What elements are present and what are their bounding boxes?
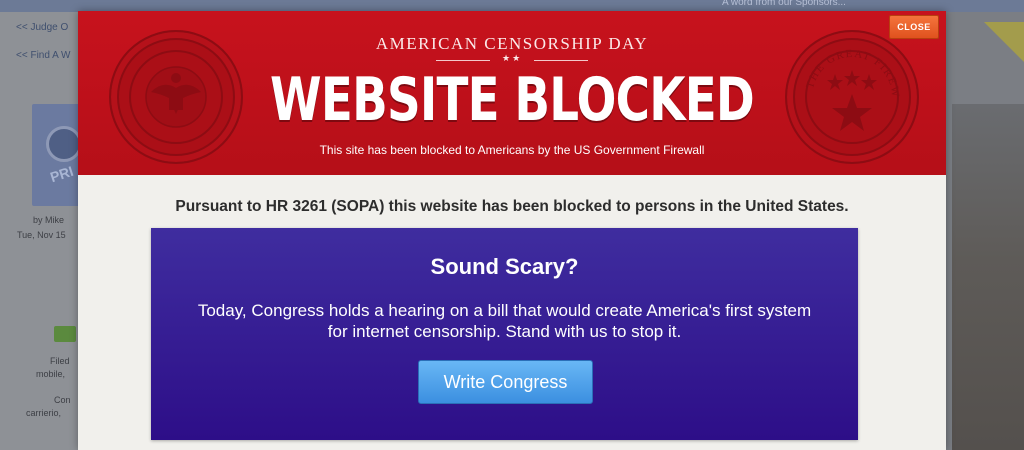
censorship-modal: THE GREAT FIREWALL AMERICAN CENSORSHIP D… [78,11,946,450]
background-sponsor-text: A word from our Sponsors... [722,0,846,8]
blocked-notice: Pursuant to HR 3261 (SOPA) this website … [175,198,849,215]
background-meta-carrier: carrierio, [26,408,62,418]
background-thumbnail: PRI [32,104,82,206]
cta-title: Sound Scary? [430,254,579,279]
cta-text-line-1: Today, Congress holds a hearing on a bil… [197,301,812,320]
background-meta-mobile: mobile, [36,369,66,379]
kicker-rule-right [534,60,588,61]
modal-header: THE GREAT FIREWALL AMERICAN CENSORSHIP D… [78,11,946,179]
background-byline: by Mike [33,215,65,225]
background-left-column: << Judge O << Find A W PRI by Mike Tue, … [0,12,82,450]
background-green-badge [54,326,76,342]
call-to-action-panel: Sound Scary? Today, Congress holds a hea… [151,228,858,440]
background-meta-filed: Filed [50,356,70,366]
background-link-find[interactable]: << Find A W [16,50,70,61]
write-congress-button[interactable]: Write Congress [418,360,593,404]
background-date: Tue, Nov 15 [17,230,66,240]
background-meta-con: Con [54,395,71,405]
kicker-rule-left [436,60,490,61]
kicker-title: AMERICAN CENSORSHIP DAY [375,34,649,53]
page-title: WEBSITE BLOCKED [270,65,755,135]
cta-text: Today, Congress holds a hearing on a bil… [151,300,858,342]
thumbnail-circle [46,126,82,162]
background-right-column [944,12,1024,450]
background-photo [952,104,1024,450]
cta-text-line-2: for internet censorship. Stand with us t… [327,322,682,341]
thumbnail-word: PRI [48,162,76,186]
background-corner-tag [984,22,1024,62]
star-icon: ★★ [502,53,523,63]
subtitle: This site has been blocked to Americans … [319,143,705,157]
close-button[interactable]: CLOSE [889,15,939,39]
background-link-judge[interactable]: << Judge O [16,22,68,33]
